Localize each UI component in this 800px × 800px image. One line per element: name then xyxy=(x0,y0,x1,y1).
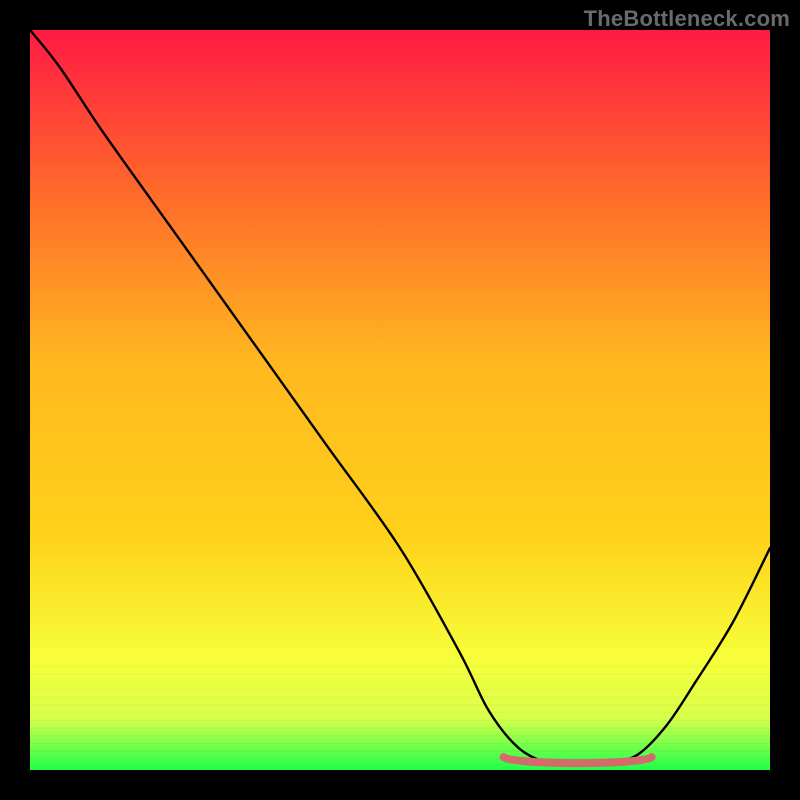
chart-container: TheBottleneck.com xyxy=(0,0,800,800)
plot-area xyxy=(30,30,770,770)
chart-svg xyxy=(30,30,770,770)
gradient-background xyxy=(30,30,770,770)
gradient-rect xyxy=(30,30,770,770)
watermark-text: TheBottleneck.com xyxy=(584,6,790,32)
